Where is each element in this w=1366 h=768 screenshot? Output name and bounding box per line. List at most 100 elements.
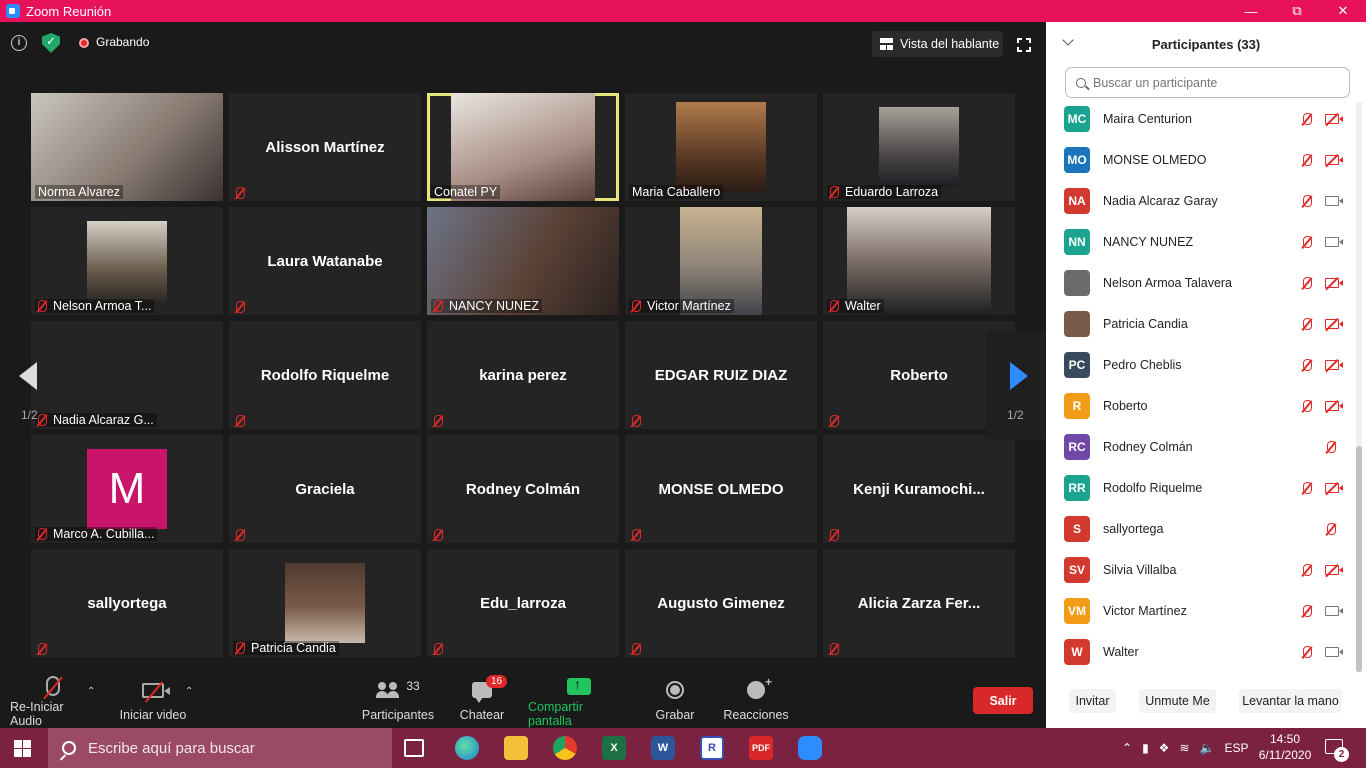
video-tile[interactable]: Walter [823, 207, 1015, 315]
word-icon[interactable]: W [651, 736, 675, 760]
video-tile[interactable]: MONSE OLMEDO [625, 435, 817, 543]
participant-row[interactable]: SV Silvia Villalba [1046, 549, 1356, 590]
file-explorer-icon[interactable] [504, 736, 528, 760]
video-tile[interactable]: Laura Watanabe [229, 207, 421, 315]
video-tile[interactable]: Kenji Kuramochi... [823, 435, 1015, 543]
chevron-up-icon[interactable]: ⌃ [1122, 741, 1132, 755]
participants-button[interactable]: 33 Participantes [362, 672, 434, 728]
video-tile[interactable]: Norma Alvarez [31, 93, 223, 201]
participant-search-box[interactable] [1065, 67, 1350, 98]
participant-avatar: SV [1064, 556, 1090, 583]
video-tile[interactable]: NANCY NUNEZ [427, 207, 619, 315]
previous-page-button[interactable]: 1/2 [0, 331, 60, 439]
video-tile[interactable]: Maria Caballero [625, 93, 817, 201]
wifi-icon[interactable]: ≋ [1179, 741, 1189, 755]
participant-row[interactable]: VM Victor Martínez [1046, 590, 1356, 631]
video-tile[interactable]: Alisson Martínez [229, 93, 421, 201]
participant-row[interactable]: Patricia Candia [1046, 303, 1356, 344]
unmute-me-button[interactable]: Unmute Me [1139, 689, 1216, 713]
next-page-button[interactable]: 1/2 [986, 331, 1046, 439]
tile-name-label [233, 529, 254, 541]
participant-row[interactable]: RC Rodney Colmán [1046, 426, 1356, 467]
participant-row[interactable]: W Walter [1046, 631, 1356, 672]
participant-row[interactable]: MC Maira Centurion [1046, 98, 1356, 139]
tile-center-name: Graciela [295, 480, 355, 498]
participant-row[interactable]: PC Pedro Cheblis [1046, 344, 1356, 385]
participant-row[interactable]: RR Rodolfo Riquelme [1046, 467, 1356, 508]
close-button[interactable]: ✕ [1320, 0, 1366, 22]
video-off-icon [1325, 400, 1343, 411]
chat-button[interactable]: 16 Chatear [458, 672, 508, 728]
video-tile[interactable]: Eduardo Larroza [823, 93, 1015, 201]
participant-row[interactable]: R Roberto [1046, 385, 1356, 426]
record-button[interactable]: Grabar [652, 672, 698, 728]
minimize-button[interactable]: — [1228, 0, 1274, 22]
participant-row[interactable]: MO MONSE OLMEDO [1046, 139, 1356, 180]
video-tile[interactable]: Patricia Candia [229, 549, 421, 657]
video-tile[interactable]: Victor Martínez [625, 207, 817, 315]
video-tile[interactable]: Alicia Zarza Fer... [823, 549, 1015, 657]
raise-hand-button[interactable]: Levantar la mano [1239, 689, 1342, 713]
video-tile[interactable]: Augusto Gimenez [625, 549, 817, 657]
mic-muted-icon [38, 643, 47, 655]
participant-list-scrollbar[interactable] [1356, 102, 1362, 672]
participant-name: Rodolfo Riquelme [1103, 480, 1203, 495]
zoom-taskbar-icon[interactable] [798, 736, 822, 760]
taskbar-search-box[interactable]: Escribe aquí para buscar [48, 728, 392, 768]
participant-row[interactable]: NA Nadia Alcaraz Garay [1046, 180, 1356, 221]
scrollbar-thumb[interactable] [1356, 446, 1362, 672]
dropbox-icon[interactable]: ❖ [1159, 741, 1170, 755]
speaker-view-button[interactable]: Vista del hablante [872, 31, 1003, 57]
participant-row[interactable]: Ssallyortega [1046, 508, 1356, 549]
edge-browser-icon[interactable] [455, 736, 479, 760]
video-tile[interactable]: M Marco A. Cubilla... [31, 435, 223, 543]
participant-name: Rodney Colmán [1103, 439, 1193, 454]
invite-button[interactable]: Invitar [1069, 689, 1116, 713]
taskbar-clock[interactable]: 14:50 6/11/2020 [1252, 731, 1318, 763]
video-tile[interactable]: Graciela [229, 435, 421, 543]
participant-row[interactable]: NN NANCY NUNEZ [1046, 221, 1356, 262]
reactions-button[interactable]: Reacciones [723, 672, 788, 728]
video-tile[interactable]: Edu_larroza [427, 549, 619, 657]
video-tile[interactable]: Conatel PY [427, 93, 619, 201]
audio-button[interactable]: Re-Iniciar Audio [10, 672, 96, 728]
restore-button[interactable]: ⧉ [1274, 0, 1320, 22]
video-tile[interactable]: karina perez [427, 321, 619, 429]
video-tile[interactable]: Nelson Armoa T... [31, 207, 223, 315]
mic-muted-icon [236, 642, 245, 654]
share-screen-button[interactable]: Compartir pantalla [528, 672, 630, 728]
video-tile[interactable]: EDGAR RUIZ DIAZ [625, 321, 817, 429]
language-indicator[interactable]: ESP [1224, 741, 1248, 755]
volume-icon[interactable]: 🔈 [1200, 741, 1215, 755]
tile-name-label [629, 643, 650, 655]
info-icon[interactable]: i [11, 35, 27, 51]
security-shield-icon[interactable] [42, 33, 60, 53]
tile-center-name: MONSE OLMEDO [658, 480, 784, 498]
participants-count: 33 [406, 679, 420, 693]
system-tray: ⌃ ▮ ❖ ≋ 🔈 ESP [1122, 728, 1248, 768]
participant-search-input[interactable] [1093, 75, 1333, 90]
video-tile[interactable]: Rodney Colmán [427, 435, 619, 543]
share-screen-icon [567, 676, 591, 695]
video-tile[interactable]: Rodolfo Riquelme [229, 321, 421, 429]
pdf-app-icon[interactable]: PDF [749, 736, 773, 760]
tile-center-name: Augusto Gimenez [657, 594, 785, 612]
participant-row[interactable]: Nelson Armoa Talavera [1046, 262, 1356, 303]
tile-name-label: Conatel PY [431, 185, 501, 199]
video-button[interactable]: Iniciar video [118, 672, 188, 728]
participant-video [879, 107, 959, 187]
video-off-icon [1325, 113, 1343, 124]
windows-start-icon[interactable] [14, 740, 31, 757]
video-tile[interactable]: sallyortega [31, 549, 223, 657]
excel-icon[interactable]: X [602, 736, 626, 760]
task-view-icon[interactable] [404, 739, 424, 757]
fullscreen-icon[interactable] [1016, 37, 1032, 53]
battery-icon[interactable]: ▮ [1142, 741, 1149, 755]
participant-avatar [1064, 310, 1090, 337]
r-app-icon[interactable]: R [700, 736, 724, 760]
chrome-browser-icon[interactable] [553, 736, 577, 760]
leave-button[interactable]: Salir [973, 687, 1033, 714]
audio-options-caret-icon[interactable]: ⌃ [87, 686, 95, 697]
video-options-caret-icon[interactable]: ⌃ [185, 686, 193, 697]
chevron-down-icon[interactable] [1062, 34, 1074, 46]
